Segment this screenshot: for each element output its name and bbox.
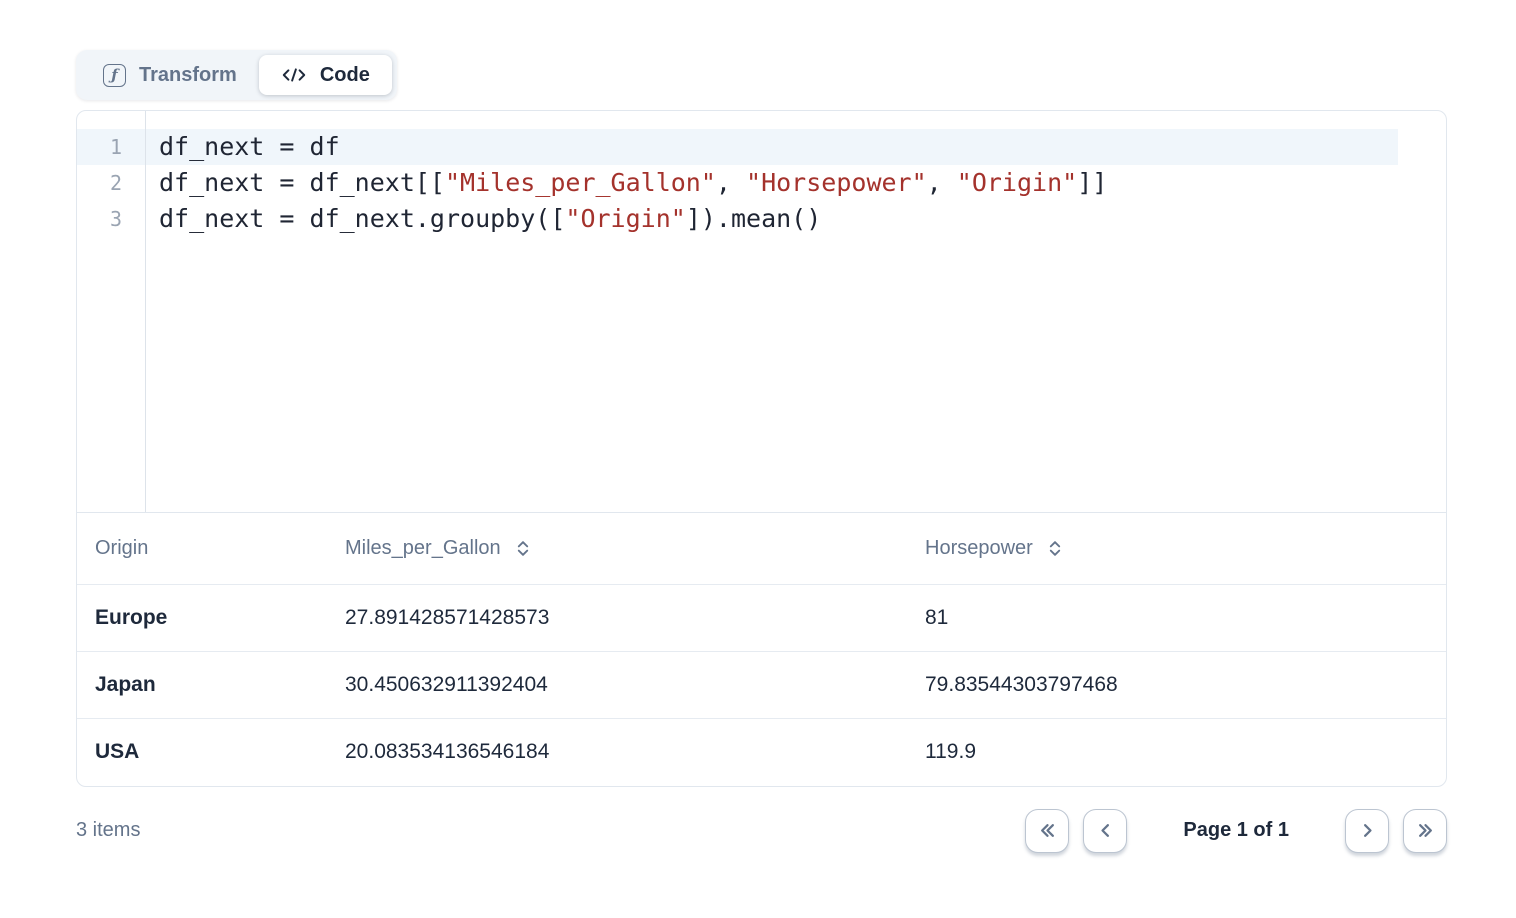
transform-card: 1 df_next = df 2 df_next = df_next[["Mil…: [76, 110, 1447, 787]
cell-origin: USA: [77, 719, 327, 786]
tab-code-label: Code: [320, 64, 370, 87]
tab-code[interactable]: Code: [259, 55, 392, 95]
view-toggle: ƒ Transform Code: [76, 50, 397, 100]
prev-page-button[interactable]: [1083, 809, 1127, 853]
chevrons-right-icon: [1416, 821, 1435, 840]
gutter-divider: [145, 111, 146, 512]
tab-transform-label: Transform: [139, 64, 237, 87]
first-page-button[interactable]: [1025, 809, 1069, 853]
cell-origin: Japan: [77, 652, 327, 719]
sort-icon[interactable]: [516, 539, 530, 558]
next-page-button[interactable]: [1345, 809, 1389, 853]
last-page-button[interactable]: [1403, 809, 1447, 853]
items-count: 3 items: [76, 819, 140, 842]
cell-origin: Europe: [77, 585, 327, 652]
function-icon: ƒ: [103, 64, 126, 87]
cell-miles-per-gallon: 30.450632911392404: [327, 652, 907, 719]
code-icon: [281, 66, 307, 84]
column-header-origin: Origin: [77, 513, 327, 585]
tab-transform[interactable]: ƒ Transform: [81, 55, 259, 95]
cell-horsepower: 119.9: [907, 719, 1446, 786]
table-row: Japan 30.450632911392404 79.835443037974…: [77, 652, 1446, 719]
table-row: Europe 27.891428571428573 81: [77, 585, 1446, 652]
line-number: 1: [77, 129, 145, 165]
code-line-text: df_next = df_next[["Miles_per_Gallon", "…: [145, 165, 1107, 201]
chevrons-left-icon: [1038, 821, 1057, 840]
code-line[interactable]: 2 df_next = df_next[["Miles_per_Gallon",…: [77, 165, 1398, 201]
sort-icon[interactable]: [1048, 539, 1062, 558]
cell-horsepower: 79.83544303797468: [907, 652, 1446, 719]
code-line-text: df_next = df: [145, 129, 340, 165]
code-line[interactable]: 1 df_next = df: [77, 129, 1398, 165]
column-header-horsepower[interactable]: Horsepower: [907, 513, 1446, 585]
result-table: Origin Miles_per_Gallon Horsepower: [77, 512, 1446, 786]
line-number: 3: [77, 201, 145, 237]
chevron-left-icon: [1096, 821, 1115, 840]
code-line-text: df_next = df_next.groupby(["Origin"]).me…: [145, 201, 821, 237]
cell-miles-per-gallon: 20.083534136546184: [327, 719, 907, 786]
table-header-row: Origin Miles_per_Gallon Horsepower: [77, 513, 1446, 585]
code-editor[interactable]: 1 df_next = df 2 df_next = df_next[["Mil…: [77, 111, 1446, 512]
page-indicator: Page 1 of 1: [1183, 819, 1289, 842]
page: ƒ Transform Code 1 df_next = df 2 df_nex…: [0, 0, 1516, 918]
chevron-right-icon: [1358, 821, 1377, 840]
column-header-miles-per-gallon[interactable]: Miles_per_Gallon: [327, 513, 907, 585]
line-number: 2: [77, 165, 145, 201]
cell-horsepower: 81: [907, 585, 1446, 652]
table-footer: 3 items Page 1 of 1: [76, 787, 1447, 853]
cell-miles-per-gallon: 27.891428571428573: [327, 585, 907, 652]
pagination: Page 1 of 1: [1025, 809, 1447, 853]
table-row: USA 20.083534136546184 119.9: [77, 719, 1446, 786]
code-line[interactable]: 3 df_next = df_next.groupby(["Origin"]).…: [77, 201, 1398, 237]
